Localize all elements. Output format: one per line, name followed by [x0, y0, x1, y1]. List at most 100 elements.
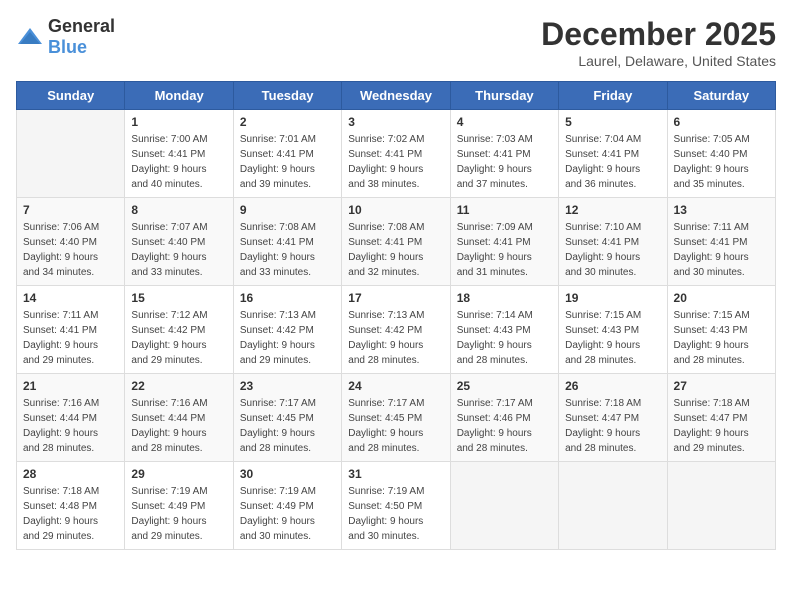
day-number: 17: [348, 291, 443, 305]
calendar-cell: [667, 462, 775, 550]
day-number: 6: [674, 115, 769, 129]
day-number: 19: [565, 291, 660, 305]
day-info: Sunrise: 7:17 AMSunset: 4:46 PMDaylight:…: [457, 396, 552, 456]
day-info: Sunrise: 7:03 AMSunset: 4:41 PMDaylight:…: [457, 132, 552, 192]
day-info: Sunrise: 7:13 AMSunset: 4:42 PMDaylight:…: [348, 308, 443, 368]
day-info: Sunrise: 7:19 AMSunset: 4:49 PMDaylight:…: [240, 484, 335, 544]
calendar-cell: 1 Sunrise: 7:00 AMSunset: 4:41 PMDaylight…: [125, 110, 233, 198]
day-number: 12: [565, 203, 660, 217]
weekday-header-wednesday: Wednesday: [342, 82, 450, 110]
day-info: Sunrise: 7:18 AMSunset: 4:47 PMDaylight:…: [674, 396, 769, 456]
calendar-cell: 16Sunrise: 7:13 AMSunset: 4:42 PMDayligh…: [233, 286, 341, 374]
day-number: 5: [565, 115, 660, 129]
calendar-cell: 21Sunrise: 7:16 AMSunset: 4:44 PMDayligh…: [17, 374, 125, 462]
weekday-header-thursday: Thursday: [450, 82, 558, 110]
day-info: Sunrise: 7:16 AMSunset: 4:44 PMDaylight:…: [131, 396, 226, 456]
day-number: 29: [131, 467, 226, 481]
calendar-cell: 17 Sunrise: 7:13 AMSunset: 4:42 PMDayligh…: [342, 286, 450, 374]
calendar-cell: [559, 462, 667, 550]
logo: General Blue: [16, 16, 115, 58]
calendar-cell: 10Sunrise: 7:08 AMSunset: 4:41 PMDayligh…: [342, 198, 450, 286]
calendar-cell: 2 Sunrise: 7:01 AMSunset: 4:41 PMDaylight…: [233, 110, 341, 198]
day-info: Sunrise: 7:18 AMSunset: 4:48 PMDaylight:…: [23, 484, 118, 544]
day-info: Sunrise: 7:15 AMSunset: 4:43 PMDaylight:…: [674, 308, 769, 368]
day-number: 20: [674, 291, 769, 305]
day-number: 28: [23, 467, 118, 481]
day-number: 25: [457, 379, 552, 393]
calendar-cell: 9Sunrise: 7:08 AMSunset: 4:41 PMDaylight…: [233, 198, 341, 286]
calendar-cell: 4 Sunrise: 7:03 AMSunset: 4:41 PMDaylight…: [450, 110, 558, 198]
day-number: 23: [240, 379, 335, 393]
calendar-cell: 14Sunrise: 7:11 AMSunset: 4:41 PMDayligh…: [17, 286, 125, 374]
calendar-cell: 27 Sunrise: 7:18 AMSunset: 4:47 PMDayligh…: [667, 374, 775, 462]
day-number: 13: [674, 203, 769, 217]
day-info: Sunrise: 7:13 AMSunset: 4:42 PMDaylight:…: [240, 308, 335, 368]
day-info: Sunrise: 7:17 AMSunset: 4:45 PMDaylight:…: [240, 396, 335, 456]
day-number: 7: [23, 203, 118, 217]
day-number: 22: [131, 379, 226, 393]
calendar-cell: 22 Sunrise: 7:16 AMSunset: 4:44 PMDayligh…: [125, 374, 233, 462]
day-number: 1: [131, 115, 226, 129]
day-info: Sunrise: 7:08 AMSunset: 4:41 PMDaylight:…: [348, 220, 443, 280]
week-row-1: 1 Sunrise: 7:00 AMSunset: 4:41 PMDaylight…: [17, 110, 776, 198]
day-info: Sunrise: 7:07 AMSunset: 4:40 PMDaylight:…: [131, 220, 226, 280]
logo-blue: Blue: [48, 37, 87, 57]
day-number: 31: [348, 467, 443, 481]
calendar-table: SundayMondayTuesdayWednesdayThursdayFrid…: [16, 81, 776, 550]
day-info: Sunrise: 7:11 AMSunset: 4:41 PMDaylight:…: [23, 308, 118, 368]
logo-general: General: [48, 16, 115, 36]
calendar-cell: 29 Sunrise: 7:19 AMSunset: 4:49 PMDayligh…: [125, 462, 233, 550]
day-number: 24: [348, 379, 443, 393]
calendar-cell: 15Sunrise: 7:12 AMSunset: 4:42 PMDayligh…: [125, 286, 233, 374]
header: General Blue December 2025 Laurel, Delaw…: [16, 16, 776, 69]
day-info: Sunrise: 7:06 AMSunset: 4:40 PMDaylight:…: [23, 220, 118, 280]
calendar-cell: 26Sunrise: 7:18 AMSunset: 4:47 PMDayligh…: [559, 374, 667, 462]
weekday-header-row: SundayMondayTuesdayWednesdayThursdayFrid…: [17, 82, 776, 110]
day-number: 26: [565, 379, 660, 393]
day-number: 30: [240, 467, 335, 481]
day-info: Sunrise: 7:05 AMSunset: 4:40 PMDaylight:…: [674, 132, 769, 192]
location-subtitle: Laurel, Delaware, United States: [541, 53, 776, 69]
calendar-cell: 13 Sunrise: 7:11 AMSunset: 4:41 PMDayligh…: [667, 198, 775, 286]
day-info: Sunrise: 7:19 AMSunset: 4:49 PMDaylight:…: [131, 484, 226, 544]
calendar-cell: [17, 110, 125, 198]
logo-icon: [16, 26, 44, 48]
month-title: December 2025: [541, 16, 776, 53]
day-number: 2: [240, 115, 335, 129]
calendar-cell: 30 Sunrise: 7:19 AMSunset: 4:49 PMDayligh…: [233, 462, 341, 550]
day-number: 27: [674, 379, 769, 393]
calendar-cell: 24 Sunrise: 7:17 AMSunset: 4:45 PMDayligh…: [342, 374, 450, 462]
day-info: Sunrise: 7:19 AMSunset: 4:50 PMDaylight:…: [348, 484, 443, 544]
calendar-cell: 5 Sunrise: 7:04 AMSunset: 4:41 PMDaylight…: [559, 110, 667, 198]
day-info: Sunrise: 7:08 AMSunset: 4:41 PMDaylight:…: [240, 220, 335, 280]
calendar-cell: 6 Sunrise: 7:05 AMSunset: 4:40 PMDaylight…: [667, 110, 775, 198]
day-info: Sunrise: 7:02 AMSunset: 4:41 PMDaylight:…: [348, 132, 443, 192]
calendar-cell: [450, 462, 558, 550]
week-row-2: 7 Sunrise: 7:06 AMSunset: 4:40 PMDaylight…: [17, 198, 776, 286]
calendar-cell: 23 Sunrise: 7:17 AMSunset: 4:45 PMDayligh…: [233, 374, 341, 462]
day-info: Sunrise: 7:15 AMSunset: 4:43 PMDaylight:…: [565, 308, 660, 368]
calendar-cell: 20 Sunrise: 7:15 AMSunset: 4:43 PMDayligh…: [667, 286, 775, 374]
day-info: Sunrise: 7:00 AMSunset: 4:41 PMDaylight:…: [131, 132, 226, 192]
day-info: Sunrise: 7:16 AMSunset: 4:44 PMDaylight:…: [23, 396, 118, 456]
day-number: 3: [348, 115, 443, 129]
calendar-cell: 11Sunrise: 7:09 AMSunset: 4:41 PMDayligh…: [450, 198, 558, 286]
day-info: Sunrise: 7:01 AMSunset: 4:41 PMDaylight:…: [240, 132, 335, 192]
day-info: Sunrise: 7:17 AMSunset: 4:45 PMDaylight:…: [348, 396, 443, 456]
day-number: 4: [457, 115, 552, 129]
weekday-header-sunday: Sunday: [17, 82, 125, 110]
weekday-header-tuesday: Tuesday: [233, 82, 341, 110]
calendar-cell: 19 Sunrise: 7:15 AMSunset: 4:43 PMDayligh…: [559, 286, 667, 374]
weekday-header-monday: Monday: [125, 82, 233, 110]
week-row-3: 14Sunrise: 7:11 AMSunset: 4:41 PMDayligh…: [17, 286, 776, 374]
day-number: 11: [457, 203, 552, 217]
day-info: Sunrise: 7:04 AMSunset: 4:41 PMDaylight:…: [565, 132, 660, 192]
day-number: 18: [457, 291, 552, 305]
calendar-cell: 28 Sunrise: 7:18 AMSunset: 4:48 PMDayligh…: [17, 462, 125, 550]
day-info: Sunrise: 7:11 AMSunset: 4:41 PMDaylight:…: [674, 220, 769, 280]
week-row-4: 21Sunrise: 7:16 AMSunset: 4:44 PMDayligh…: [17, 374, 776, 462]
calendar-cell: 18Sunrise: 7:14 AMSunset: 4:43 PMDayligh…: [450, 286, 558, 374]
calendar-cell: 25 Sunrise: 7:17 AMSunset: 4:46 PMDayligh…: [450, 374, 558, 462]
weekday-header-saturday: Saturday: [667, 82, 775, 110]
week-row-5: 28 Sunrise: 7:18 AMSunset: 4:48 PMDayligh…: [17, 462, 776, 550]
